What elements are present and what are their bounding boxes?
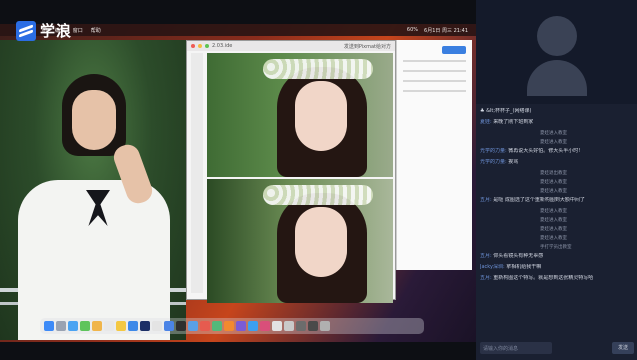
window-sidebar xyxy=(191,53,203,293)
person-shirt xyxy=(18,180,170,340)
share-label[interactable]: 发送到Pixmat给对方 xyxy=(344,43,395,50)
flower-crown xyxy=(263,59,373,79)
trash-icon[interactable] xyxy=(320,321,330,331)
menubar-item[interactable]: 帮助 xyxy=(91,27,101,34)
photo-app-window[interactable]: 2.03.ide 发送到Pixmat给对方 xyxy=(186,40,396,303)
window-title: 2.03.ide xyxy=(212,43,233,49)
close-button[interactable] xyxy=(191,44,195,48)
screen-share: Wo 图 编辑 窗口 帮助 60% 6月1日 周三 21:41 学浪 xyxy=(0,0,476,360)
system-message: 夏娃进入教室 xyxy=(540,227,567,232)
system-message: 夏娃进入教室 xyxy=(540,180,567,185)
message-text: 重新构图这个特写。就是想到这张精灵特写哈 xyxy=(493,275,594,281)
notes-icon[interactable] xyxy=(116,321,126,331)
app-icon[interactable] xyxy=(260,321,270,331)
menubar-status: 60% 6月1日 周三 21:41 xyxy=(407,27,476,34)
app-root: Wo 图 编辑 窗口 帮助 60% 6月1日 周三 21:41 学浪 xyxy=(0,0,637,360)
logo-icon xyxy=(16,20,36,41)
chat-message: 五月: 是哒 成图选了这个重新构图到大额中间了 xyxy=(480,197,635,204)
doc-line xyxy=(403,90,466,92)
chat-user-name: &lt;杯杯子_(网络课) xyxy=(486,108,532,114)
message-text: 来晚了刚下班到家 xyxy=(493,119,534,125)
battery-status: 60% xyxy=(406,26,419,33)
app-icon[interactable] xyxy=(284,321,294,331)
message-author: 五月: xyxy=(480,197,492,203)
app-icon[interactable] xyxy=(308,321,318,331)
message-text: 是哒 成图选了这个重新构图到大额中间了 xyxy=(493,197,585,203)
flower-crown xyxy=(263,185,373,205)
app-icon[interactable] xyxy=(188,321,198,331)
message-text: 微再说大头好怕。修大头半小时! xyxy=(508,148,581,154)
terminal-icon[interactable] xyxy=(176,321,186,331)
chat-header-user: ♣ &lt;杯杯子_(网络课) xyxy=(480,108,635,115)
message-text: 挨骂 xyxy=(508,159,519,165)
minimize-button[interactable] xyxy=(198,44,202,48)
app-icon[interactable] xyxy=(272,321,282,331)
avatar-icon xyxy=(537,16,577,56)
person-face xyxy=(72,90,116,150)
app-icon[interactable] xyxy=(236,321,246,331)
logo-text: 学浪 xyxy=(40,22,73,40)
message-author: 夏娃: xyxy=(480,119,492,125)
chat-message: 夏娃: 来晚了刚下班到家 xyxy=(480,119,635,126)
message-author: Jacky深圳: xyxy=(480,264,505,270)
message-author: 光学的力量: xyxy=(480,148,507,154)
photos-icon[interactable] xyxy=(92,321,102,331)
doc-line xyxy=(403,80,466,82)
system-message: 夏娃退出教室 xyxy=(540,171,567,176)
menubar-item[interactable]: 窗口 xyxy=(73,27,83,34)
app-icon[interactable] xyxy=(164,321,174,331)
system-message: 夏娃进入教室 xyxy=(540,189,567,194)
photo-face xyxy=(295,81,347,151)
chat-panel: ♣ &lt;杯杯子_(网络课) 夏娃: 来晚了刚下班到家 夏娃进入教室 夏娃进入… xyxy=(476,0,637,360)
message-author: 五月: xyxy=(480,275,492,281)
window-titlebar[interactable]: 2.03.ide 发送到Pixmat给对方 xyxy=(187,41,395,51)
photo-preview-top[interactable] xyxy=(207,53,393,177)
messages-icon[interactable] xyxy=(80,321,90,331)
message-author: 五月: xyxy=(480,253,492,259)
doc-line xyxy=(403,70,466,72)
photo-face xyxy=(295,207,347,277)
chat-message: 光学的力量: 挨骂 xyxy=(480,159,635,166)
doc-line xyxy=(403,60,466,62)
system-message: 夏娃进入教室 xyxy=(540,209,567,214)
photo-preview-bottom[interactable] xyxy=(207,179,393,303)
chat-input[interactable]: 请输入你的消息 xyxy=(480,342,552,354)
safari-icon[interactable] xyxy=(68,321,78,331)
photoshop-icon[interactable] xyxy=(140,321,150,331)
message-text: 仰头看镜头有种无辜感 xyxy=(493,253,544,259)
app-logo: 学浪 xyxy=(16,20,72,41)
chat-message: Jacky深圳: 拿相机给我干嘛 xyxy=(480,264,635,271)
wechat-icon[interactable] xyxy=(212,321,222,331)
calendar-icon[interactable] xyxy=(104,321,114,331)
chat-list[interactable]: ♣ &lt;杯杯子_(网络课) 夏娃: 来晚了刚下班到家 夏娃进入教室 夏娃进入… xyxy=(480,108,635,338)
app-store-icon[interactable] xyxy=(128,321,138,331)
zoom-button[interactable] xyxy=(205,44,209,48)
launchpad-icon[interactable] xyxy=(56,321,66,331)
send-button[interactable]: 发送 xyxy=(612,342,634,354)
system-message: 手打学员出教室 xyxy=(540,245,572,250)
system-message: 夏娃进入教室 xyxy=(540,131,567,136)
mac-dock xyxy=(40,318,424,334)
webcam-feed xyxy=(0,40,186,340)
app-icon[interactable] xyxy=(296,321,306,331)
teacher-video xyxy=(476,0,637,104)
message-text: 拿相机给我干嘛 xyxy=(506,264,542,270)
app-icon[interactable] xyxy=(224,321,234,331)
clock: 6月1日 周三 21:41 xyxy=(424,27,468,34)
chat-message: 五月: 重新构图这个特写。就是想到这张精灵特写哈 xyxy=(480,275,635,282)
app-icon[interactable] xyxy=(200,321,210,331)
document-window[interactable] xyxy=(396,40,472,270)
avatar-body-icon xyxy=(527,60,587,96)
chrome-icon[interactable] xyxy=(152,321,162,331)
app-icon[interactable] xyxy=(248,321,258,331)
system-message: 夏娃进入教室 xyxy=(540,218,567,223)
system-message: 夏娃进入教室 xyxy=(540,140,567,145)
message-author: 光学的力量: xyxy=(480,159,507,165)
system-message: 夏娃进入教室 xyxy=(540,236,567,241)
finder-icon[interactable] xyxy=(44,321,54,331)
chat-message: 光学的力量: 微再说大头好怕。修大头半小时! xyxy=(480,148,635,155)
doc-button[interactable] xyxy=(442,46,466,54)
chat-message: 五月: 仰头看镜头有种无辜感 xyxy=(480,253,635,260)
